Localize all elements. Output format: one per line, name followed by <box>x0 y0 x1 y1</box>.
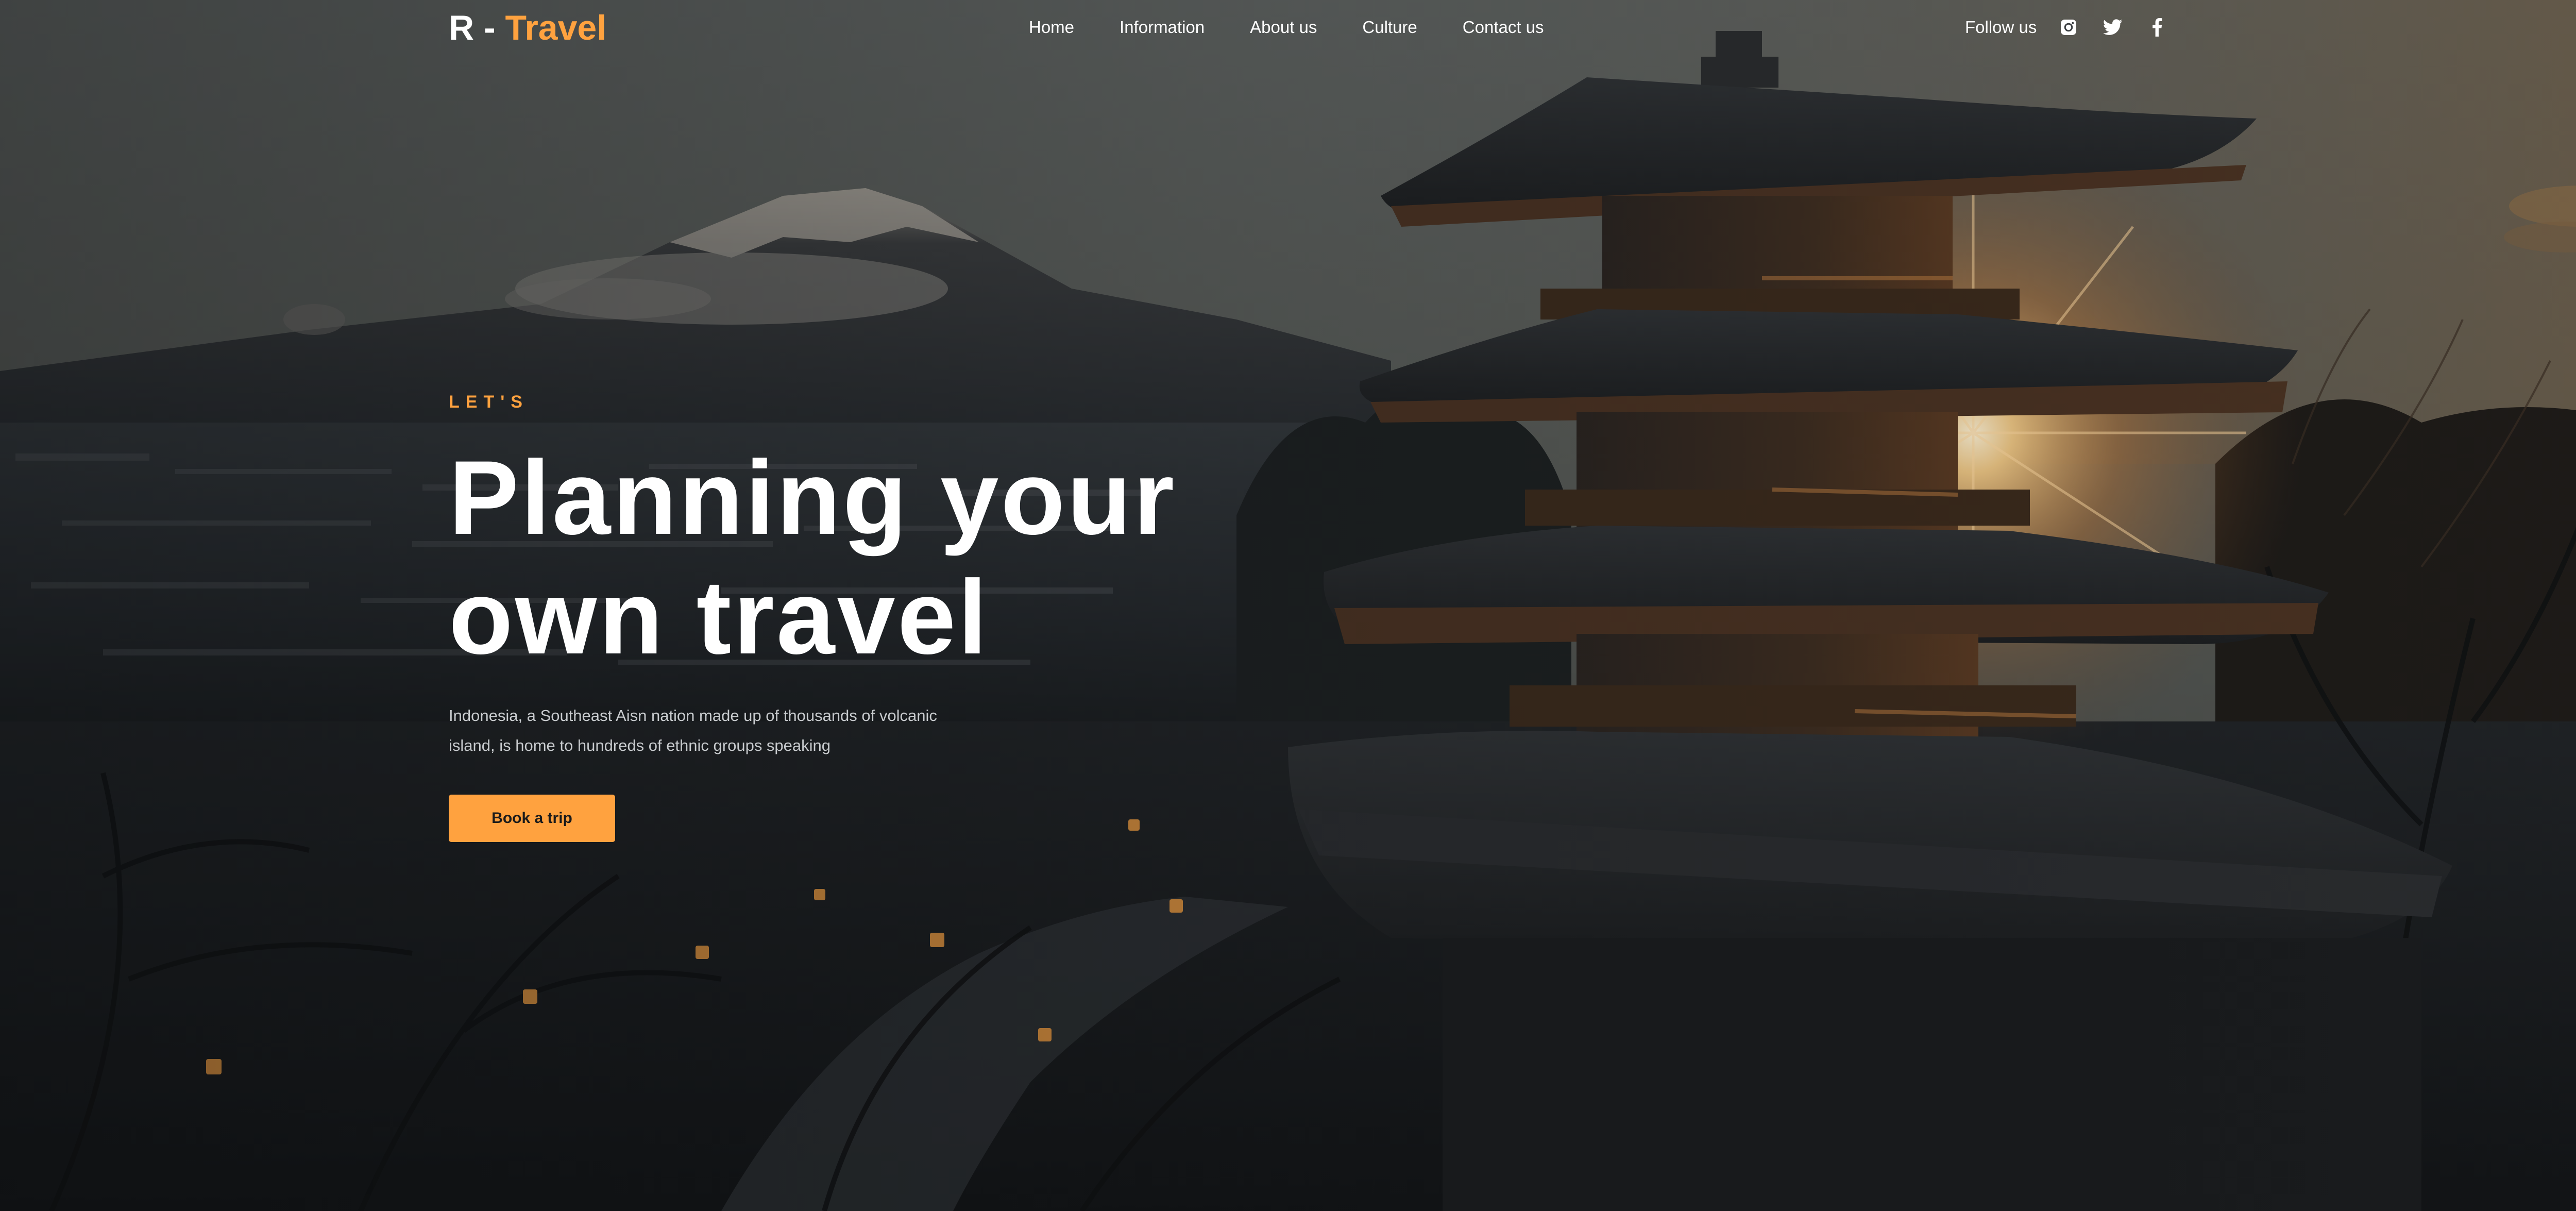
hero-description: Indonesia, a Southeast Aisn nation made … <box>449 707 937 754</box>
hero-title-line-2: own travel <box>449 559 989 676</box>
hero-eyebrow: LET'S <box>449 392 529 412</box>
site-header: R - Travel Home Information About us Cul… <box>0 0 2576 56</box>
instagram-icon[interactable] <box>2058 17 2079 38</box>
twitter-icon[interactable] <box>2103 17 2123 38</box>
logo-prefix: R - <box>449 8 505 47</box>
facebook-icon[interactable] <box>2147 17 2167 38</box>
book-a-trip-button[interactable]: Book a trip <box>449 795 615 842</box>
nav-link-home[interactable]: Home <box>1029 18 1074 37</box>
main-nav: Home Information About us Culture Contac… <box>1029 13 1544 41</box>
hero-title: Planning your own travel <box>449 438 1325 677</box>
nav-link-culture[interactable]: Culture <box>1362 18 1417 37</box>
social-links: Follow us <box>1965 13 2167 41</box>
nav-link-information[interactable]: Information <box>1120 18 1205 37</box>
logo-accent: Travel <box>505 8 607 47</box>
site-logo[interactable]: R - Travel <box>449 7 606 48</box>
nav-link-contact-us[interactable]: Contact us <box>1463 18 1544 37</box>
hero-section: LET'S Planning your own travel Indonesia… <box>449 392 1325 842</box>
hero-title-line-1: Planning your <box>449 439 1177 557</box>
follow-us-label: Follow us <box>1965 18 2037 37</box>
nav-link-about-us[interactable]: About us <box>1250 18 1317 37</box>
